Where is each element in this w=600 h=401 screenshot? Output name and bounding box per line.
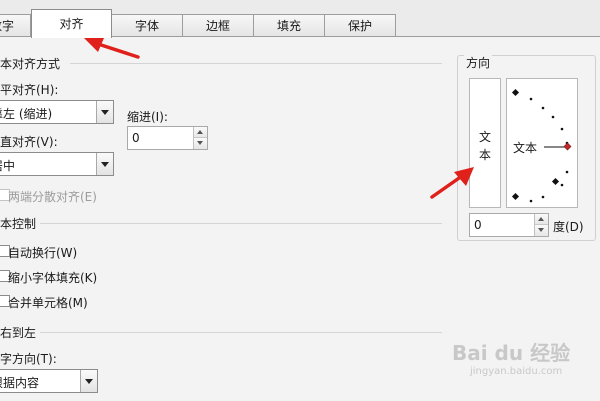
chevron-down-icon[interactable] — [96, 101, 113, 123]
text-direction-label: 文字方向(T): — [0, 352, 57, 366]
group-divider — [40, 223, 442, 224]
orientation-title: 方向 — [464, 54, 493, 71]
horizontal-align-label: 水平对齐(H): — [0, 83, 59, 97]
orientation-dial[interactable]: 文本 — [506, 78, 578, 208]
indent-spinner[interactable]: 0 — [127, 126, 208, 150]
tab-fill[interactable]: 填充 — [253, 14, 325, 37]
tab-label: 对齐 — [59, 17, 84, 31]
chevron-down-icon[interactable] — [80, 370, 97, 392]
tab-protection[interactable]: 保护 — [324, 14, 396, 37]
tab-alignment[interactable]: 对齐 — [31, 9, 112, 38]
tab-label: 保护 — [347, 19, 372, 33]
vertical-text-char: 本 — [479, 148, 492, 162]
text-direction-select[interactable]: 根据内容 — [0, 369, 98, 393]
horizontal-align-value: 靠左 (缩进) — [0, 107, 53, 121]
group-title-text-alignment: 文本对齐方式 — [0, 57, 61, 71]
tab-label: 字体 — [134, 19, 159, 33]
vertical-align-value: 居中 — [0, 159, 16, 173]
spin-down-icon[interactable] — [193, 138, 207, 149]
indent-value: 0 — [132, 131, 140, 145]
spin-down-icon[interactable] — [534, 225, 548, 236]
justify-distributed-label: 两端分散对齐(E) — [8, 190, 97, 204]
degrees-value: 0 — [474, 218, 482, 232]
horizontal-align-select[interactable]: 靠左 (缩进) — [0, 100, 114, 124]
dial-text: 文本 — [513, 141, 538, 155]
indent-label: 缩进(I): — [127, 110, 168, 124]
vertical-text-char: 文 — [479, 130, 492, 144]
tab-bar: 数字 对齐 字体 边框 填充 保护 — [0, 0, 600, 38]
watermark-logo: Bai du 经验 — [452, 341, 571, 365]
group-divider — [40, 332, 442, 333]
vertical-align-select[interactable]: 居中 — [0, 152, 114, 176]
degrees-label: 度(D) — [553, 220, 584, 234]
spin-up-icon[interactable] — [193, 127, 207, 138]
tab-font[interactable]: 字体 — [111, 14, 183, 37]
group-title-text-control: 文本控制 — [0, 217, 37, 231]
degrees-spinner[interactable]: 0 — [469, 213, 549, 237]
tab-label: 数字 — [0, 19, 15, 33]
watermark-url: jingyan.baidu.com — [470, 366, 563, 377]
vertical-text-toggle[interactable]: 文 本 — [469, 78, 501, 208]
vertical-align-label: 垂直对齐(V): — [0, 135, 58, 149]
tab-number[interactable]: 数字 — [0, 14, 31, 37]
merge-cells-label: 合并单元格(M) — [8, 296, 88, 310]
chevron-down-icon[interactable] — [96, 153, 113, 175]
text-direction-value: 根据内容 — [0, 376, 40, 390]
spin-up-icon[interactable] — [534, 214, 548, 225]
shrink-to-fit-label: 缩小字体填充(K) — [8, 271, 98, 285]
tab-label: 填充 — [276, 19, 301, 33]
group-title-rtl: 从右到左 — [0, 326, 37, 340]
tab-border[interactable]: 边框 — [182, 14, 254, 37]
wrap-text-label: 自动换行(W) — [8, 246, 78, 260]
tab-label: 边框 — [205, 19, 230, 33]
group-divider — [70, 63, 442, 64]
